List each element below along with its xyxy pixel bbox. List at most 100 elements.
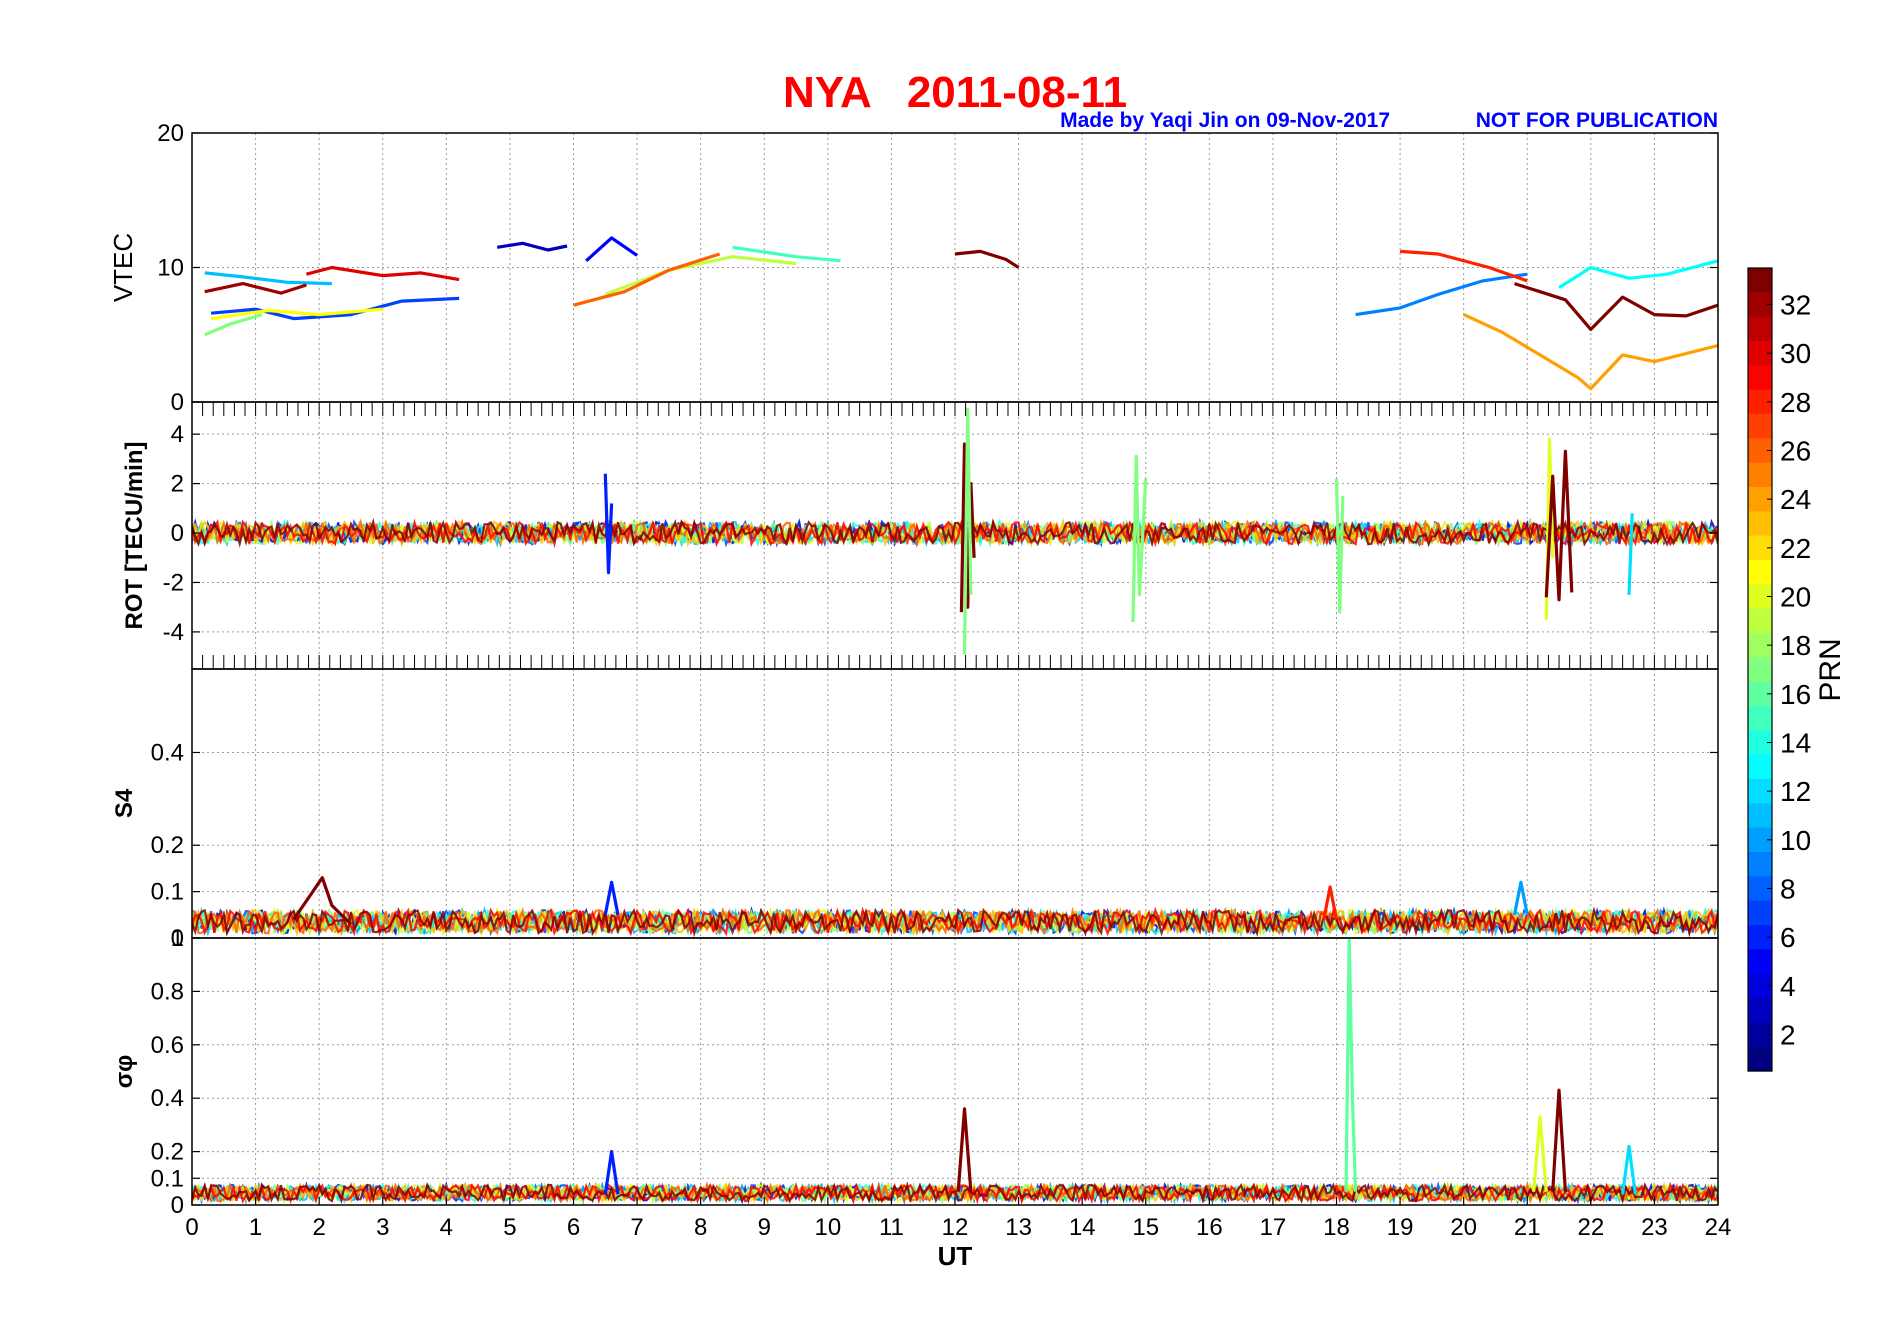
- x-tick-label: 24: [1705, 1214, 1732, 1241]
- series-line: [585, 236, 639, 262]
- y-tick-label: 0.1: [151, 1165, 184, 1192]
- x-tick-label: 4: [440, 1214, 453, 1241]
- y-tick-label: 0.6: [151, 1032, 184, 1059]
- y-tick-label: 4: [171, 421, 184, 448]
- series-line: [1463, 313, 1718, 391]
- y-tick-label: 0.2: [151, 1139, 184, 1166]
- colorbar-tick-label: 10: [1780, 825, 1811, 856]
- series-line: [1355, 272, 1528, 317]
- x-tick-label: 2: [312, 1214, 325, 1241]
- colorbar-label: PRN: [1814, 638, 1847, 701]
- colorbar-tick-label: 16: [1780, 679, 1811, 710]
- x-tick-label: 3: [376, 1214, 389, 1241]
- colorbar-tick-label: 8: [1780, 874, 1796, 905]
- x-tick-label: 22: [1577, 1214, 1604, 1241]
- colorbar-swatch: [1748, 803, 1772, 829]
- y-tick-label: 0: [171, 389, 184, 416]
- colorbar-tick-label: 26: [1780, 436, 1811, 467]
- x-tick-label: 10: [814, 1214, 841, 1241]
- colorbar-tick-label: 12: [1780, 776, 1811, 807]
- x-tick-label: 17: [1260, 1214, 1287, 1241]
- x-tick-label: 8: [694, 1214, 707, 1241]
- colorbar-swatch: [1748, 268, 1772, 293]
- y-tick-label: -2: [163, 569, 184, 596]
- colorbar-swatch: [1748, 1046, 1772, 1072]
- y-axis-label: S4: [111, 788, 138, 818]
- series-line: [1532, 1115, 1548, 1192]
- colorbar-tick-label: 18: [1780, 630, 1811, 661]
- colorbar-tick-label: 4: [1780, 971, 1796, 1002]
- y-tick-label: 2: [171, 471, 184, 498]
- series-line: [603, 880, 620, 916]
- y-axis-label: σφ: [111, 1055, 138, 1089]
- colorbar-swatch: [1748, 608, 1772, 634]
- x-tick-label: 16: [1196, 1214, 1223, 1241]
- colorbar-swatch: [1748, 657, 1772, 683]
- x-tick-label: 12: [942, 1214, 969, 1241]
- colorbar-swatch: [1748, 998, 1772, 1023]
- colorbar-swatch: [1748, 316, 1772, 342]
- colorbar-tick-label: 24: [1780, 484, 1811, 515]
- y-tick-label: 10: [157, 255, 184, 282]
- x-tick-label: 9: [758, 1214, 771, 1241]
- colorbar-tick-label: 32: [1780, 290, 1811, 321]
- series-line: [603, 473, 614, 575]
- x-tick-label: 15: [1132, 1214, 1159, 1241]
- colorbar-tick-label: 2: [1780, 1020, 1796, 1051]
- colorbar-swatch: [1748, 706, 1772, 731]
- x-tick-label: 5: [503, 1214, 516, 1241]
- x-tick-label: 6: [567, 1214, 580, 1241]
- y-tick-label: 1: [171, 925, 184, 952]
- colorbar-tick-label: 14: [1780, 728, 1811, 759]
- colorbar-tick-label: 22: [1780, 533, 1811, 564]
- x-tick-label: 11: [879, 1214, 904, 1241]
- series-line: [1512, 880, 1529, 916]
- colorbar-swatch: [1748, 900, 1772, 926]
- colorbar-swatch: [1748, 414, 1772, 439]
- figure-credit: Made by Yaqi Jin on 09-Nov-2017: [1060, 109, 1390, 132]
- colorbar-tick-label: 6: [1780, 922, 1796, 953]
- panel-s4: 00.10.20.4S4: [111, 668, 1719, 952]
- x-tick-label: 0: [185, 1214, 198, 1241]
- figure: NYA 2011-08-11 Made by Yaqi Jin on 09-No…: [108, 68, 1847, 1271]
- panel-sigma_phi: 00.10.2 0.4 0.6 0.8 1 σφ: [111, 925, 1719, 1219]
- series-line: [1551, 1088, 1567, 1192]
- panel-vtec: 0 10 20 VTEC: [108, 120, 1719, 416]
- colorbar-swatch: [1748, 560, 1772, 585]
- y-tick-label: 0.1: [151, 879, 184, 906]
- colorbar-tick-label: 28: [1780, 387, 1811, 418]
- y-tick-label: 0.4: [151, 739, 184, 766]
- y-axis-label: ROT [TECU/min]: [121, 442, 148, 630]
- colorbar-swatch: [1748, 949, 1772, 975]
- colorbar-swatch: [1748, 754, 1772, 780]
- colorbar-swatch: [1748, 852, 1772, 877]
- series-line: [1514, 282, 1718, 331]
- series-line: [210, 296, 460, 321]
- x-tick-label: 13: [1005, 1214, 1032, 1241]
- colorbar-swatch: [1748, 365, 1772, 391]
- series-line: [1344, 938, 1358, 1192]
- colorbar-swatch: [1748, 462, 1772, 488]
- series-line: [573, 252, 721, 307]
- figure-notice: NOT FOR PUBLICATION: [1476, 109, 1718, 132]
- colorbar-tick-label: 30: [1780, 338, 1811, 369]
- y-tick-label: 20: [157, 120, 184, 147]
- colorbar-tick-label: 20: [1780, 582, 1811, 613]
- x-tick-label: 20: [1450, 1214, 1477, 1241]
- series-line: [204, 271, 332, 286]
- colorbar-swatch: [1748, 511, 1772, 537]
- y-tick-label: 0: [171, 520, 184, 547]
- x-tick-label: 23: [1641, 1214, 1668, 1241]
- x-tick-label: 21: [1514, 1214, 1541, 1241]
- y-tick-label: 0.4: [151, 1085, 184, 1112]
- y-tick-label: -4: [163, 619, 184, 646]
- x-tick-label: 7: [630, 1214, 643, 1241]
- y-tick-label: 0: [171, 1192, 184, 1219]
- x-tick-label: 18: [1323, 1214, 1350, 1241]
- x-tick-label: 14: [1069, 1214, 1096, 1241]
- y-tick-label: 0.8: [151, 978, 184, 1005]
- series-line: [956, 1107, 973, 1192]
- series-line: [1558, 259, 1718, 290]
- series-line: [1334, 478, 1345, 614]
- y-tick-label: 0.2: [151, 832, 184, 859]
